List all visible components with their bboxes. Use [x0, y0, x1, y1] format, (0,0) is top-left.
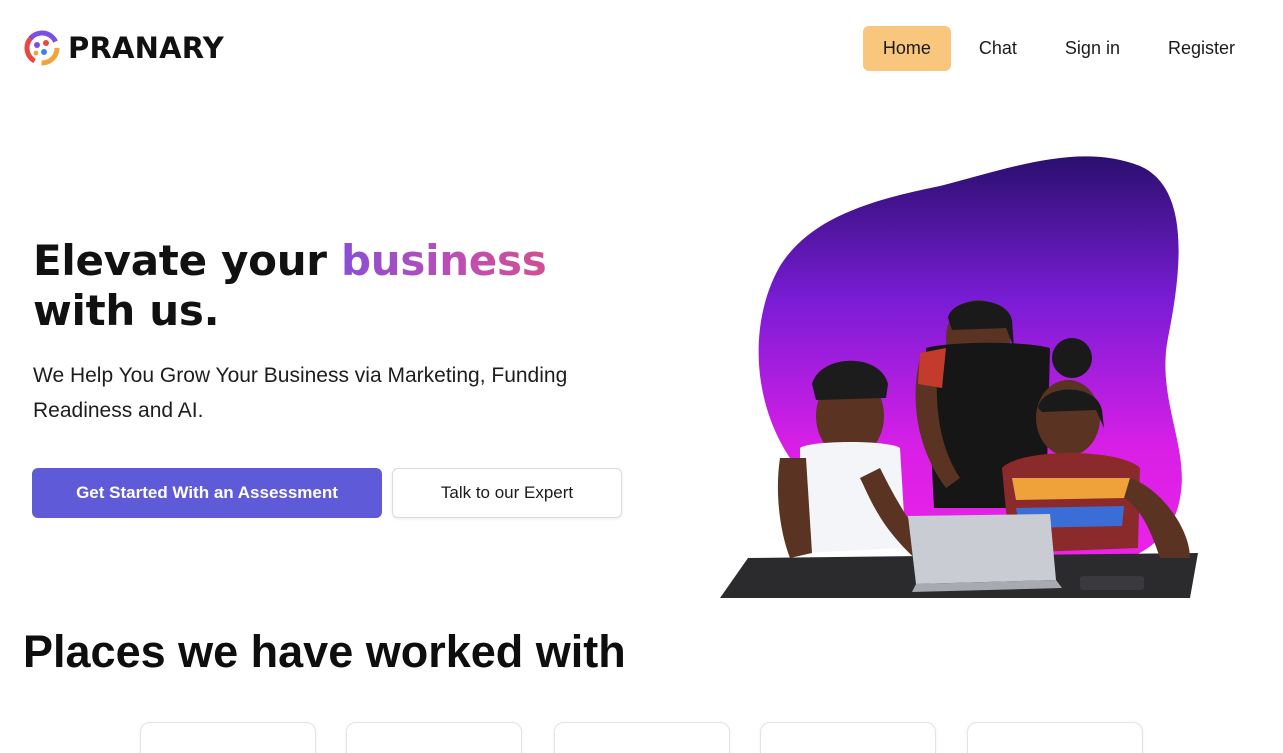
- get-started-button[interactable]: Get Started With an Assessment: [32, 468, 382, 518]
- hero-subtitle: We Help You Grow Your Business via Marke…: [33, 364, 568, 422]
- partner-card[interactable]: [346, 722, 522, 753]
- brand-name: PRANARY: [68, 31, 224, 65]
- nav-register[interactable]: Register: [1148, 26, 1255, 71]
- page: PRANARY Home Chat Sign in Register Eleva…: [0, 0, 1283, 753]
- nav-chat[interactable]: Chat: [959, 26, 1037, 71]
- nav-home[interactable]: Home: [862, 26, 951, 71]
- pranary-logo-icon: [24, 30, 60, 66]
- hero-title-suffix: with us.: [33, 286, 220, 335]
- hero-title-accent: business: [341, 236, 547, 285]
- hero-title-prefix: Elevate your: [33, 236, 342, 285]
- main-nav: Home Chat Sign in Register: [862, 26, 1255, 71]
- talk-to-expert-button[interactable]: Talk to our Expert: [392, 468, 622, 518]
- team-working-on-laptop-image: [720, 156, 1198, 598]
- partner-card[interactable]: [760, 722, 936, 753]
- partner-card[interactable]: [140, 722, 316, 753]
- brand-logo[interactable]: PRANARY: [24, 30, 224, 66]
- partner-card[interactable]: [967, 722, 1143, 753]
- places-title: Places we have worked with: [23, 626, 626, 677]
- site-header: PRANARY Home Chat Sign in Register: [0, 0, 1283, 96]
- partner-card[interactable]: [554, 722, 730, 753]
- hero-title: Elevate your business with us.: [33, 236, 653, 336]
- nav-sign-in[interactable]: Sign in: [1045, 26, 1140, 71]
